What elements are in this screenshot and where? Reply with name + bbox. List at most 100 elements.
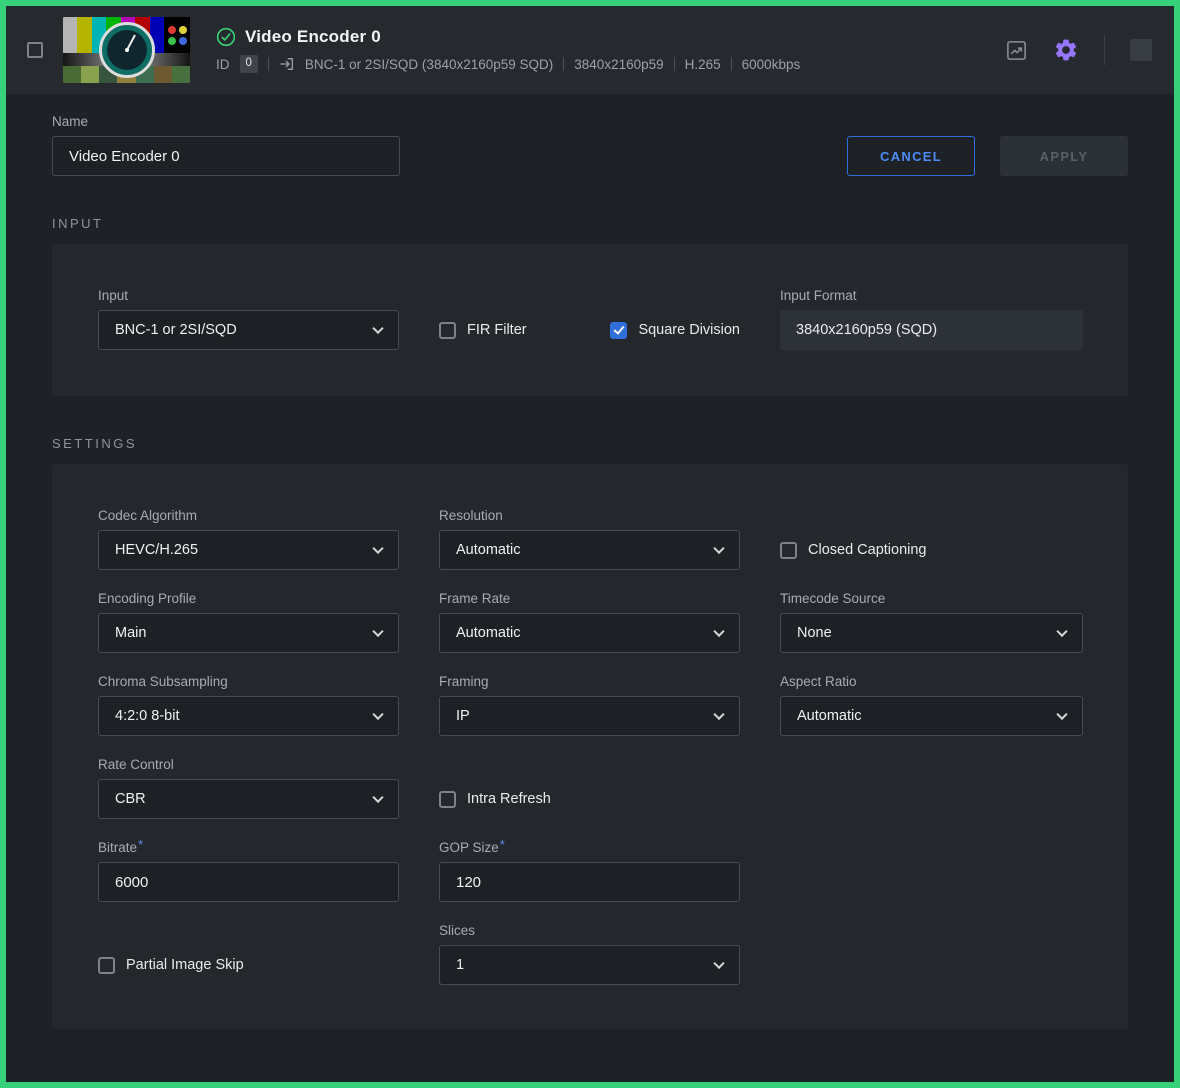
name-input[interactable] bbox=[52, 136, 400, 176]
chroma-subsampling-label: Chroma Subsampling bbox=[98, 674, 399, 689]
encoder-header: Video Encoder 0 ID 0 BNC-1 or 2SI/SQD (3… bbox=[6, 6, 1174, 94]
timecode-source-label: Timecode Source bbox=[780, 591, 1083, 606]
chevron-down-icon bbox=[713, 709, 724, 720]
input-card: Input BNC-1 or 2SI/SQD FIR Filter Square… bbox=[52, 244, 1128, 396]
checkbox-indicator bbox=[780, 542, 797, 559]
partial-image-skip-label: Partial Image Skip bbox=[126, 957, 244, 973]
chroma-subsampling-select[interactable]: 4:2:0 8-bit bbox=[98, 696, 399, 736]
slices-value: 1 bbox=[456, 957, 464, 973]
checkbox-indicator bbox=[610, 322, 627, 339]
gop-size-input[interactable] bbox=[439, 862, 740, 902]
divider bbox=[563, 57, 564, 71]
input-label: Input bbox=[98, 288, 399, 303]
intra-refresh-checkbox[interactable]: Intra Refresh bbox=[439, 791, 551, 808]
encoding-profile-value: Main bbox=[115, 625, 146, 641]
fir-filter-checkbox[interactable]: FIR Filter bbox=[439, 322, 527, 339]
vertical-divider bbox=[1104, 35, 1105, 65]
chevron-down-icon bbox=[372, 709, 383, 720]
chevron-down-icon bbox=[713, 626, 724, 637]
framing-label: Framing bbox=[439, 674, 740, 689]
frame-rate-label: Frame Rate bbox=[439, 591, 740, 606]
divider bbox=[674, 57, 675, 71]
chroma-subsampling-value: 4:2:0 8-bit bbox=[115, 708, 180, 724]
square-division-label: Square Division bbox=[638, 322, 740, 338]
aspect-ratio-select[interactable]: Automatic bbox=[780, 696, 1083, 736]
bitrate-text: 6000kbps bbox=[742, 57, 801, 72]
input-format-label: Input Format bbox=[780, 288, 1083, 303]
rate-control-select[interactable]: CBR bbox=[98, 779, 399, 819]
closed-captioning-checkbox[interactable]: Closed Captioning bbox=[780, 542, 927, 559]
checkbox-indicator bbox=[98, 957, 115, 974]
chevron-down-icon bbox=[372, 323, 383, 334]
status-check-icon bbox=[216, 27, 236, 47]
input-format-value: 3840x2160p59 (SQD) bbox=[780, 310, 1083, 350]
encoder-title: Video Encoder 0 bbox=[245, 27, 381, 47]
chevron-down-icon bbox=[372, 543, 383, 554]
cancel-button[interactable]: CANCEL bbox=[847, 136, 975, 176]
codec-algorithm-select[interactable]: HEVC/H.265 bbox=[98, 530, 399, 570]
timecode-source-value: None bbox=[797, 625, 832, 641]
statistics-chart-icon[interactable] bbox=[1005, 39, 1028, 62]
codec-algorithm-value: HEVC/H.265 bbox=[115, 542, 198, 558]
chevron-down-icon bbox=[713, 543, 724, 554]
input-select-value: BNC-1 or 2SI/SQD bbox=[115, 322, 237, 338]
settings-section-title: SETTINGS bbox=[52, 436, 1128, 451]
chevron-down-icon bbox=[1056, 709, 1067, 720]
apply-button[interactable]: APPLY bbox=[1000, 136, 1128, 176]
chevron-down-icon bbox=[1056, 626, 1067, 637]
input-select[interactable]: BNC-1 or 2SI/SQD bbox=[98, 310, 399, 350]
resolution-label: Resolution bbox=[439, 508, 740, 523]
clock-face bbox=[99, 22, 155, 78]
video-encoder-panel: Video Encoder 0 ID 0 BNC-1 or 2SI/SQD (3… bbox=[0, 0, 1180, 1088]
framing-select[interactable]: IP bbox=[439, 696, 740, 736]
bitrate-input[interactable] bbox=[98, 862, 399, 902]
timecode-source-select[interactable]: None bbox=[780, 613, 1083, 653]
input-section-title: INPUT bbox=[52, 216, 1128, 231]
rate-control-value: CBR bbox=[115, 791, 146, 807]
name-label: Name bbox=[52, 114, 400, 129]
codec-algorithm-label: Codec Algorithm bbox=[98, 508, 399, 523]
intra-refresh-label: Intra Refresh bbox=[467, 791, 551, 807]
checkbox-indicator bbox=[439, 791, 456, 808]
empty-cell bbox=[780, 923, 1083, 985]
settings-card: Codec Algorithm HEVC/H.265 Resolution Au… bbox=[52, 464, 1128, 1029]
slices-select[interactable]: 1 bbox=[439, 945, 740, 985]
chevron-down-icon bbox=[713, 958, 724, 969]
encoding-profile-select[interactable]: Main bbox=[98, 613, 399, 653]
input-source-icon bbox=[279, 56, 295, 72]
partial-image-skip-checkbox[interactable]: Partial Image Skip bbox=[98, 957, 244, 974]
encoder-meta: ID 0 BNC-1 or 2SI/SQD (3840x2160p59 SQD)… bbox=[216, 55, 800, 73]
resolution-text: 3840x2160p59 bbox=[574, 57, 663, 72]
aspect-ratio-label: Aspect Ratio bbox=[780, 674, 1083, 689]
name-row: Name CANCEL APPLY bbox=[52, 114, 1128, 176]
id-label: ID bbox=[216, 57, 230, 72]
codec-text: H.265 bbox=[685, 57, 721, 72]
empty-cell bbox=[780, 757, 1083, 819]
framing-value: IP bbox=[456, 708, 470, 724]
select-encoder-checkbox[interactable] bbox=[27, 42, 43, 58]
chevron-down-icon bbox=[372, 792, 383, 803]
fir-filter-label: FIR Filter bbox=[467, 322, 527, 338]
required-asterisk: * bbox=[500, 837, 505, 852]
gop-size-label: GOP Size* bbox=[439, 840, 740, 855]
settings-gear-icon[interactable] bbox=[1053, 37, 1079, 63]
closed-captioning-label: Closed Captioning bbox=[808, 542, 927, 558]
frame-rate-select[interactable]: Automatic bbox=[439, 613, 740, 653]
empty-cell bbox=[780, 840, 1083, 902]
color-dots bbox=[164, 17, 190, 53]
resolution-select[interactable]: Automatic bbox=[439, 530, 740, 570]
input-summary: BNC-1 or 2SI/SQD (3840x2160p59 SQD) bbox=[305, 57, 553, 72]
chevron-down-icon bbox=[372, 626, 383, 637]
divider bbox=[268, 57, 269, 71]
aspect-ratio-value: Automatic bbox=[797, 708, 861, 724]
preview-thumbnail[interactable] bbox=[63, 17, 190, 83]
encoding-profile-label: Encoding Profile bbox=[98, 591, 399, 606]
slices-label: Slices bbox=[439, 923, 740, 938]
divider bbox=[731, 57, 732, 71]
header-square-button[interactable] bbox=[1130, 39, 1152, 61]
frame-rate-value: Automatic bbox=[456, 625, 520, 641]
title-block: Video Encoder 0 ID 0 BNC-1 or 2SI/SQD (3… bbox=[216, 27, 800, 73]
required-asterisk: * bbox=[138, 837, 143, 852]
id-badge: 0 bbox=[240, 55, 258, 73]
square-division-checkbox[interactable]: Square Division bbox=[610, 322, 740, 339]
